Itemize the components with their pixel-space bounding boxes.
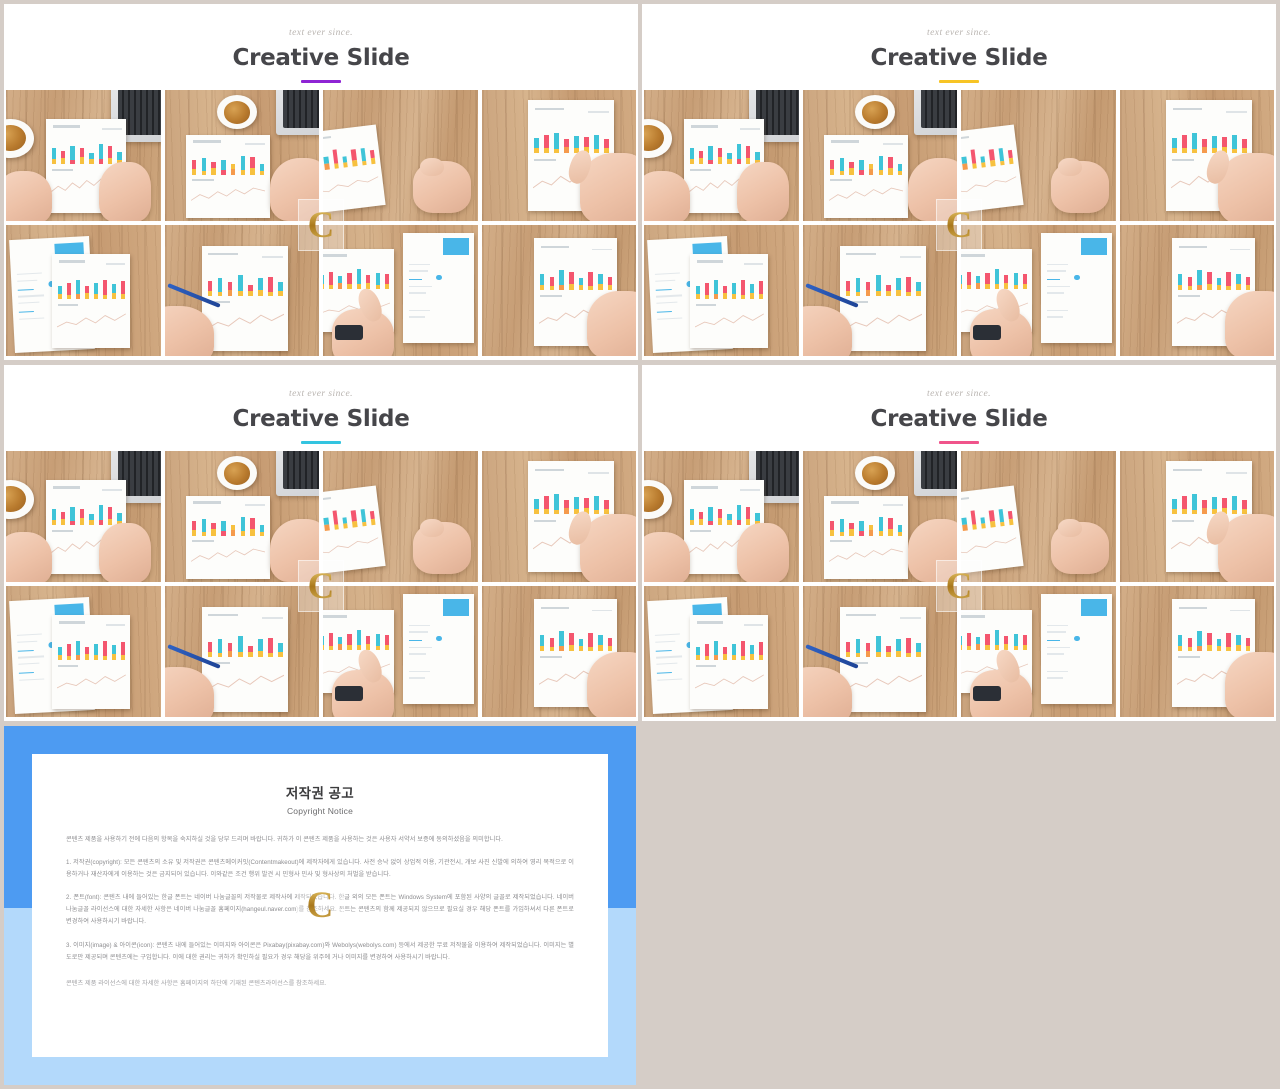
slide-accent-bar: [939, 441, 979, 444]
slide-deck-preview: text ever since. Creative Slide C text e…: [0, 0, 1280, 1089]
photo-cell[interactable]: [323, 90, 478, 221]
copyright-paragraph: 2. 폰트(font): 콘텐츠 내에 들어있는 한글 폰트는 네이버 나눔글꼴…: [66, 894, 574, 926]
photo-cell[interactable]: [802, 586, 957, 717]
photo-cell[interactable]: [644, 225, 799, 356]
photo-cell[interactable]: [164, 225, 319, 356]
photo-cell[interactable]: [6, 225, 161, 356]
photo-cell[interactable]: [1119, 225, 1274, 356]
photo-cell[interactable]: [164, 90, 319, 221]
slide-title: Creative Slide: [870, 406, 1048, 432]
photo-cell[interactable]: [961, 586, 1116, 717]
slide-header: text ever since. Creative Slide: [4, 4, 638, 90]
photo-grid: C: [642, 90, 1276, 360]
slide-eyebrow: text ever since.: [289, 389, 353, 399]
copyright-body: 콘텐츠 제품을 사용하기 전에 다음의 항목을 숙지하실 것을 당부 드리며 바…: [66, 834, 574, 990]
slide-accent-bar: [301, 80, 341, 83]
photo-cell[interactable]: [644, 586, 799, 717]
photo-cell[interactable]: [323, 586, 478, 717]
photo-cell[interactable]: [323, 225, 478, 356]
photo-grid: C: [4, 451, 638, 721]
photo-cell[interactable]: [802, 225, 957, 356]
photo-cell[interactable]: [481, 225, 636, 356]
photo-grid: C: [642, 451, 1276, 721]
slide-eyebrow: text ever since.: [927, 389, 991, 399]
slide-accent-bar: [301, 441, 341, 444]
photo-cell[interactable]: [1119, 586, 1274, 717]
photo-cell[interactable]: [644, 451, 799, 582]
photo-cell[interactable]: [6, 586, 161, 717]
slide-header: text ever since. Creative Slide: [642, 4, 1276, 90]
copyright-notice-panel[interactable]: 저작권 공고 Copyright Notice 콘텐츠 제품을 사용하기 전에 …: [4, 726, 636, 1085]
slide-thumbnail-4[interactable]: text ever since. Creative Slide C: [642, 365, 1276, 721]
photo-cell[interactable]: [481, 90, 636, 221]
slide-title: Creative Slide: [232, 45, 410, 71]
slide-title: Creative Slide: [232, 406, 410, 432]
copyright-paragraph: 1. 저작권(copyright): 모든 콘텐츠의 소유 및 저작권은 콘텐츠…: [66, 859, 574, 879]
photo-cell[interactable]: [644, 90, 799, 221]
slide-thumbnail-2[interactable]: text ever since. Creative Slide C: [642, 4, 1276, 360]
slide-eyebrow: text ever since.: [927, 28, 991, 38]
copyright-sheet: 저작권 공고 Copyright Notice 콘텐츠 제품을 사용하기 전에 …: [32, 754, 608, 1057]
photo-cell[interactable]: [1119, 451, 1274, 582]
slide-accent-bar: [939, 80, 979, 83]
photo-cell[interactable]: [802, 90, 957, 221]
copyright-paragraph: 콘텐츠 제품을 사용하기 전에 다음의 항목을 숙지하실 것을 당부 드리며 바…: [66, 836, 503, 843]
slide-thumbnail-1[interactable]: text ever since. Creative Slide C: [4, 4, 638, 360]
photo-cell[interactable]: [164, 586, 319, 717]
slide-header: text ever since. Creative Slide: [642, 365, 1276, 451]
photo-cell[interactable]: [961, 90, 1116, 221]
photo-cell[interactable]: [6, 451, 161, 582]
slide-header: text ever since. Creative Slide: [4, 365, 638, 451]
photo-cell[interactable]: [481, 586, 636, 717]
copyright-title: 저작권 공고: [285, 786, 355, 801]
photo-cell[interactable]: [1119, 90, 1274, 221]
slide-thumbnail-3[interactable]: text ever since. Creative Slide C: [4, 365, 638, 721]
photo-cell[interactable]: [481, 451, 636, 582]
photo-cell[interactable]: [961, 451, 1116, 582]
photo-cell[interactable]: [323, 451, 478, 582]
photo-cell[interactable]: [802, 451, 957, 582]
slide-title: Creative Slide: [870, 45, 1048, 71]
photo-cell[interactable]: [6, 90, 161, 221]
photo-cell[interactable]: [164, 451, 319, 582]
slide-eyebrow: text ever since.: [289, 28, 353, 38]
photo-grid: C: [4, 90, 638, 360]
copyright-footer-note: 콘텐츠 제품 라이선스에 대한 자세한 사항은 홈페이지의 하단에 기재된 콘텐…: [66, 979, 327, 987]
copyright-paragraph: 3. 이미지(image) & 아이콘(icon): 콘텐츠 내에 들어있는 이…: [66, 941, 574, 961]
photo-cell[interactable]: [961, 225, 1116, 356]
copyright-subtitle: Copyright Notice: [286, 806, 354, 816]
